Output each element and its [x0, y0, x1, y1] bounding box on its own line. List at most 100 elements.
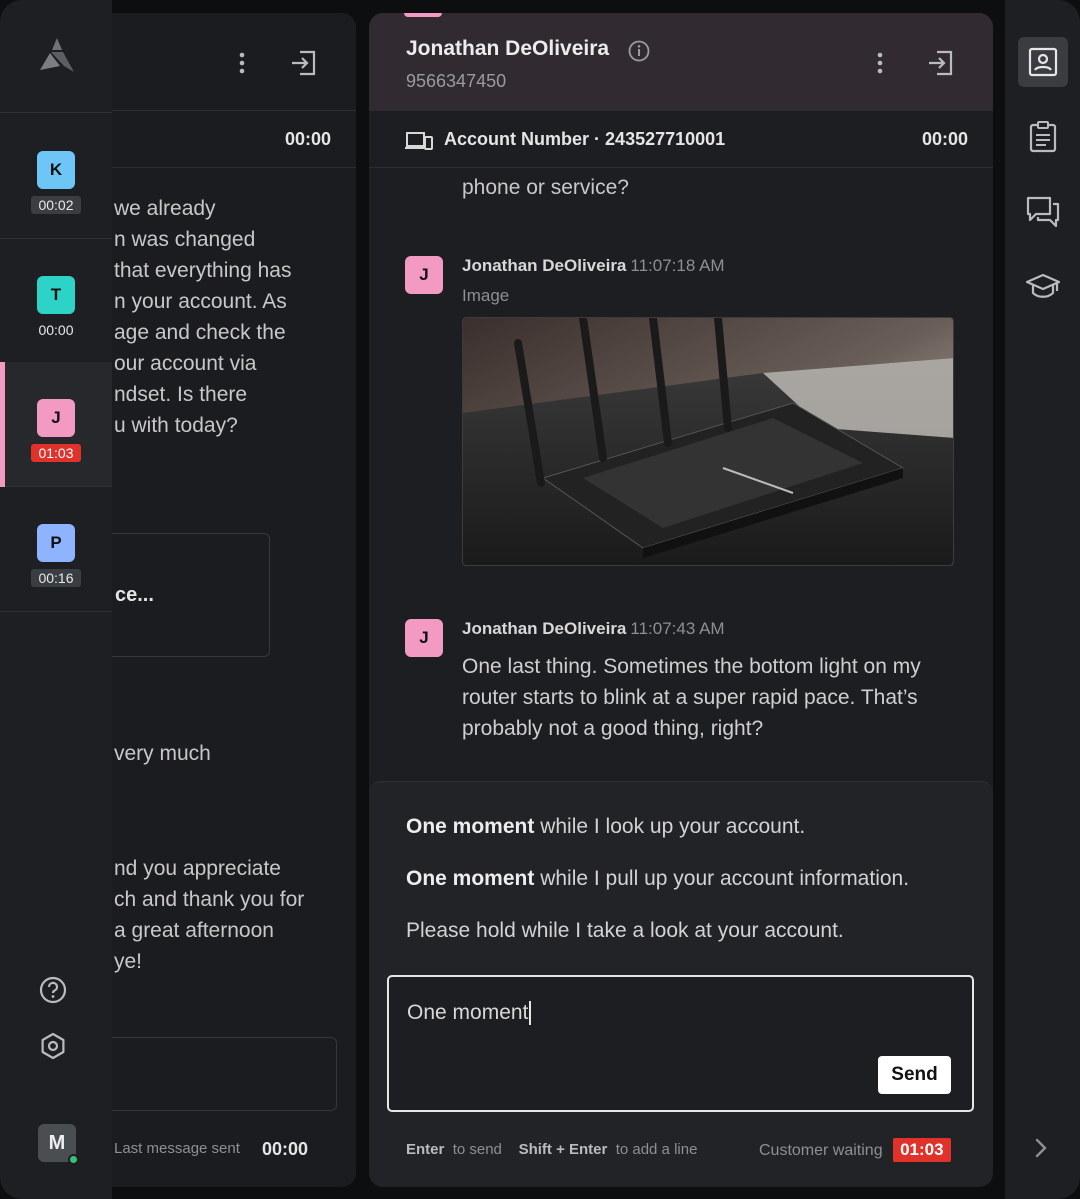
keyboard-hints: Enter to send Shift + Enter to add a lin…	[406, 1141, 697, 1158]
bg-message-line: a great afternoon	[114, 919, 274, 942]
customer-waiting-timer: 01:03	[893, 1138, 951, 1162]
hint-shift-text: to add a line	[615, 1141, 698, 1158]
devices-icon	[405, 132, 433, 150]
conversation-timer: 00:16	[31, 569, 81, 587]
conversation-timer: 00:00	[921, 129, 968, 149]
bg-message-line: u with today?	[114, 414, 238, 437]
graduation-cap-icon	[1025, 273, 1061, 298]
contact-card-icon	[1028, 47, 1058, 77]
customer-name: Jonathan DeOliveira	[406, 37, 610, 60]
composer-text: One moment	[407, 1001, 529, 1024]
suggested-reply[interactable]: Please hold while I take a look at your …	[406, 919, 844, 943]
router-image[interactable]	[462, 317, 954, 566]
bg-message-line: n your account. As	[114, 290, 287, 313]
bg-message-line: very much	[114, 742, 211, 765]
notes-button[interactable]	[1018, 112, 1068, 162]
message-avatar: J	[405, 619, 443, 657]
composer-input[interactable]: One moment	[407, 1001, 532, 1026]
conversation-item-t[interactable]: T 00:00	[0, 239, 112, 364]
message-timestamp: 11:07:18 AM	[630, 256, 725, 275]
conversation-rail: K 00:02 T 00:00 J 01:03 P 00:16 M	[0, 0, 112, 1199]
last-message-time: 00:00	[262, 1139, 309, 1159]
message-author: Jonathan DeOliveira	[462, 256, 627, 275]
message-author: Jonathan DeOliveira	[462, 619, 627, 638]
last-message-label: Last message sent	[114, 1140, 240, 1157]
customer-phone: 9566347450	[406, 71, 507, 91]
hint-enter-text: to send	[452, 1141, 502, 1158]
account-bar: Account Number · 243527710001 00:00	[369, 111, 993, 168]
conversation-avatar: P	[37, 524, 75, 562]
message-text: One last thing. Sometimes the bottom lig…	[462, 655, 921, 740]
conversation-timer: 01:03	[31, 444, 81, 462]
message-list[interactable]: phone or service? J Jonathan DeOliveira 1…	[369, 169, 993, 781]
suggested-reply[interactable]: One moment while I look up your account.	[406, 815, 805, 839]
more-options-icon[interactable]	[234, 51, 250, 75]
conversation-avatar: K	[37, 151, 75, 189]
suggested-reply-match: One moment	[406, 867, 535, 890]
logo-row	[0, 0, 112, 113]
knowledge-base-button[interactable]	[1018, 262, 1068, 312]
info-icon[interactable]	[628, 40, 650, 62]
message-text-partial: phone or service?	[462, 176, 629, 199]
brand-logo-icon	[40, 38, 74, 72]
conversation-avatar: T	[37, 276, 75, 314]
user-avatar[interactable]: M	[38, 1124, 79, 1165]
suggested-reply[interactable]: One moment while I pull up your account …	[406, 867, 909, 891]
suggested-reply-text: while I pull up your account information…	[534, 867, 910, 890]
contact-card-button[interactable]	[1018, 37, 1068, 87]
tools-rail	[1005, 0, 1080, 1199]
suggested-reply-text: Please hold while I take a look at your …	[406, 919, 844, 942]
bg-message-line: n was changed	[114, 228, 256, 251]
bg-message-line: ndset. Is there	[114, 383, 248, 406]
conversation-timer: 00:02	[31, 196, 81, 214]
message-timestamp: 11:07:43 AM	[630, 619, 725, 638]
online-status-dot	[68, 1154, 79, 1165]
suggested-reply-text: while I look up your account.	[534, 815, 806, 838]
suggested-reply-match: One moment	[406, 815, 535, 838]
customer-waiting-status: Customer waiting 01:03	[759, 1138, 951, 1162]
bg-message-line: ye!	[114, 950, 143, 973]
bg-card-title: ce...	[115, 584, 154, 606]
bg-message-line: ch and thank you for	[114, 888, 305, 911]
conversation-history-button[interactable]	[1018, 187, 1068, 237]
customer-waiting-label: Customer waiting	[759, 1142, 883, 1159]
text-caret	[529, 1001, 532, 1026]
suggested-replies-panel: One moment while I look up your account.…	[369, 781, 993, 1187]
conversation-item-k[interactable]: K 00:02	[0, 114, 112, 239]
hint-shift-key: Shift + Enter	[518, 1141, 608, 1158]
more-options-icon[interactable]	[872, 51, 888, 75]
account-separator: ·	[594, 129, 601, 149]
user-avatar-initial: M	[48, 1131, 66, 1154]
bg-message-line: our account via	[114, 352, 257, 375]
send-button[interactable]: Send	[878, 1056, 951, 1094]
active-conversation-panel: Jonathan DeOliveira 9566347450 Account N…	[369, 13, 993, 1187]
message-composer[interactable]: One moment Send	[387, 975, 974, 1112]
conversation-item-p[interactable]: P 00:16	[0, 487, 112, 612]
bg-message-line: we already	[114, 197, 216, 220]
conversation-avatar: J	[37, 399, 75, 437]
bg-message-line: age and check the	[114, 321, 286, 344]
bg-message-line: that everything has	[114, 259, 292, 282]
chevron-right-icon[interactable]	[1033, 1136, 1049, 1160]
exit-icon[interactable]	[290, 50, 318, 76]
account-label-text: Account Number	[444, 129, 590, 149]
hint-enter-key: Enter	[406, 1141, 445, 1158]
bg-panel-timer: 00:00	[284, 129, 331, 149]
active-conversation-tab-marker	[404, 13, 442, 17]
conversation-timer: 00:00	[38, 322, 74, 338]
exit-conversation-icon[interactable]	[927, 50, 955, 76]
help-icon[interactable]	[38, 975, 68, 1005]
conversation-header: Jonathan DeOliveira 9566347450	[369, 13, 993, 111]
message-meta: Jonathan DeOliveira 11:07:18 AM	[462, 256, 725, 276]
message-meta: Jonathan DeOliveira 11:07:43 AM	[462, 619, 725, 639]
bg-message-line: nd you appreciate	[114, 857, 281, 880]
account-number-label: Account Number · 243527710001	[444, 129, 725, 150]
app-window: 00:00 we already n was changed that ever…	[0, 0, 1080, 1199]
settings-icon[interactable]	[38, 1031, 68, 1061]
account-number: 243527710001	[605, 129, 726, 149]
router-photo-icon	[463, 318, 953, 565]
message-type-label: Image	[462, 286, 510, 305]
conversation-item-j[interactable]: J 01:03	[0, 362, 112, 487]
clipboard-icon	[1029, 121, 1057, 153]
message-avatar: J	[405, 256, 443, 294]
